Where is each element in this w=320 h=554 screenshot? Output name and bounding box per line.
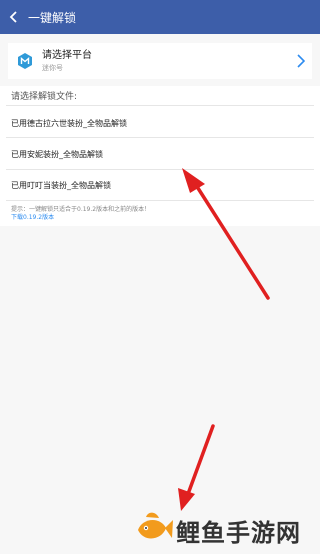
page-title: 一键解锁 xyxy=(28,10,77,25)
files-header: 请选择解锁文件: xyxy=(11,92,78,102)
red-arrow-lower xyxy=(178,424,215,511)
unlock-file-list: 请选择解锁文件: 已用德古拉六世装扮_全物品解锁 已用安妮装扮_全物品解锁 已用… xyxy=(0,86,320,226)
file-item-dracula[interactable]: 已用德古拉六世装扮_全物品解锁 xyxy=(0,108,320,138)
app-bar: 一键解锁 xyxy=(0,0,320,34)
file-item-dingdangdang[interactable]: 已用叮叮当装扮_全物品解锁 xyxy=(0,170,320,200)
watermark: 鲤鱼手游网 xyxy=(132,508,320,552)
divider xyxy=(6,137,314,138)
watermark-text: 鲤鱼手游网 xyxy=(176,518,301,547)
app-logo-m-icon xyxy=(16,52,34,70)
fish-logo-icon xyxy=(132,510,174,550)
platform-selector[interactable]: 请选择平台 迷你号 xyxy=(8,43,312,79)
annotation-arrows xyxy=(178,168,270,511)
file-item-label: 已用安妮装扮_全物品解锁 xyxy=(11,149,103,159)
divider xyxy=(6,200,314,201)
platform-subtitle: 迷你号 xyxy=(42,64,63,72)
file-item-label: 已用叮叮当装扮_全物品解锁 xyxy=(11,180,111,190)
divider xyxy=(6,105,314,106)
platform-title: 请选择平台 xyxy=(42,50,92,61)
version-note: 提示：一键解锁只适合于0.19.2版本和之前的版本！ xyxy=(11,206,151,213)
file-item-label: 已用德古拉六世装扮_全物品解锁 xyxy=(11,118,127,128)
back-arrow-icon[interactable] xyxy=(2,0,26,34)
file-item-annie[interactable]: 已用安妮装扮_全物品解锁 xyxy=(0,139,320,169)
chevron-right-icon xyxy=(294,52,308,70)
download-link[interactable]: 下载0.19.2版本 xyxy=(11,214,54,222)
